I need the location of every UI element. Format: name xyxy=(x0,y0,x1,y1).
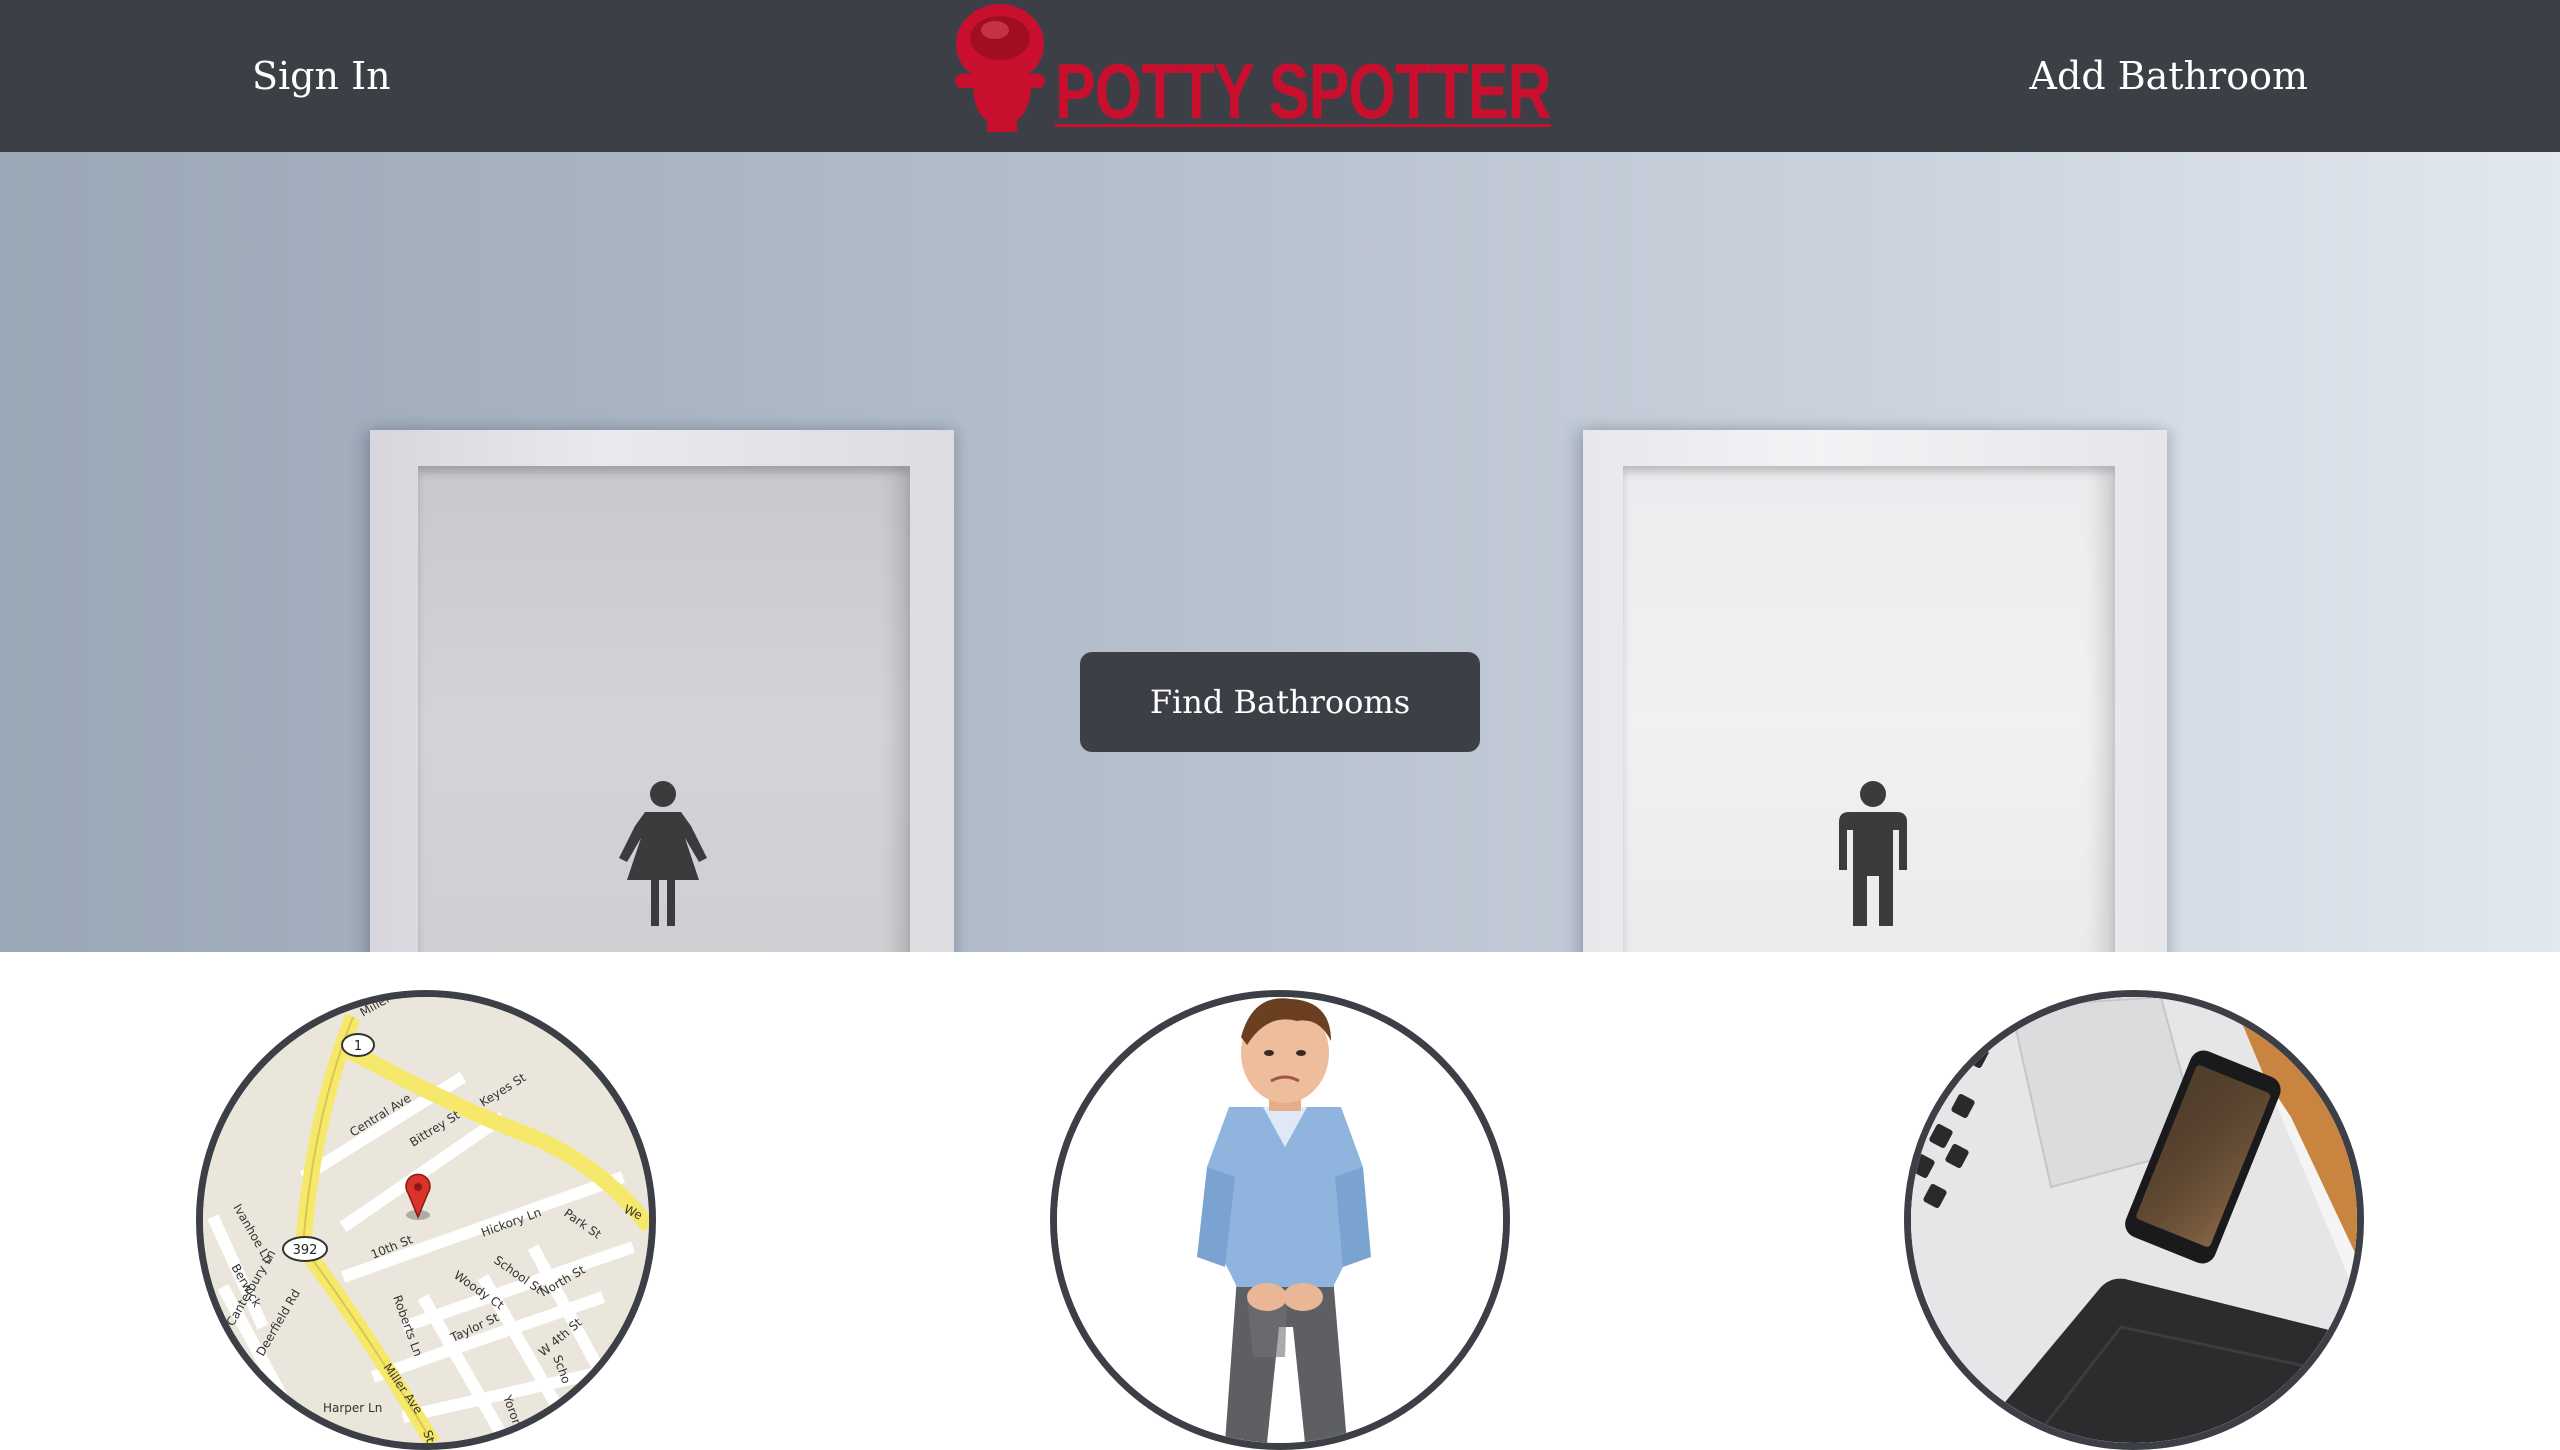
brand-name: POTTY SPOTTER xyxy=(1055,47,1552,135)
woman-restroom-icon xyxy=(619,781,707,926)
brand-logo[interactable]: POTTY SPOTTER xyxy=(945,2,1552,138)
child-feature-image xyxy=(1050,990,1510,1450)
add-bathroom-link[interactable]: Add Bathroom xyxy=(2030,54,2308,98)
find-bathrooms-button[interactable]: Find Bathrooms xyxy=(1080,652,1480,752)
highway-1-label: 1 xyxy=(354,1039,362,1054)
highway-392-label: 392 xyxy=(293,1243,318,1258)
child-illustration xyxy=(1057,997,1503,1443)
man-restroom-icon xyxy=(1839,781,1907,926)
laptop-feature-image xyxy=(1904,990,2364,1450)
laptop-phone-illustration xyxy=(1911,997,2357,1443)
hero-banner: Find Bathrooms xyxy=(0,152,2560,952)
mens-restroom-door xyxy=(1583,430,2167,952)
womens-restroom-door xyxy=(370,430,954,952)
sign-in-link[interactable]: Sign In xyxy=(252,54,391,98)
map-illustration: 1 392 Miller Central Ave Bittrey St Keye… xyxy=(203,997,649,1443)
street-label: Harper Ln xyxy=(323,1401,382,1415)
map-feature-image: 1 392 Miller Central Ave Bittrey St Keye… xyxy=(196,990,656,1450)
map-pin-icon xyxy=(405,1173,431,1220)
navbar: Sign In POTTY SPOTTER Add Bathroom xyxy=(0,0,2560,152)
toilet-logo-icon xyxy=(955,4,1045,132)
